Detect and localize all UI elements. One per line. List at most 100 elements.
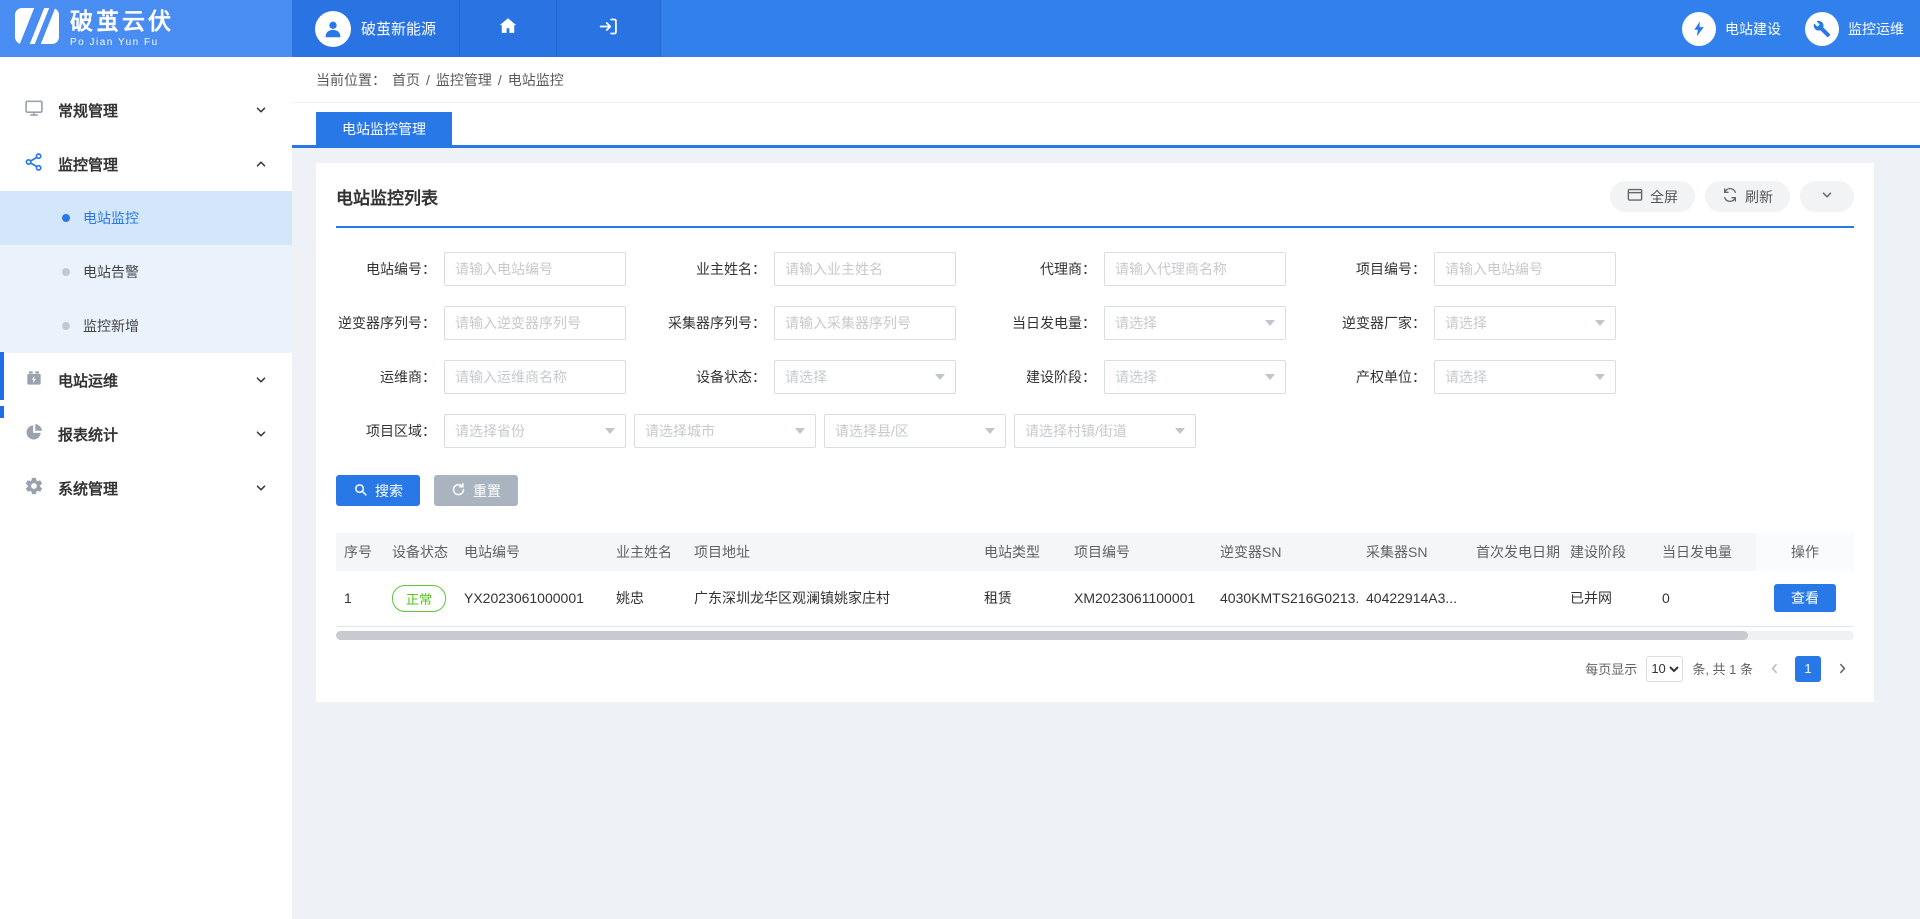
agent-input[interactable] bbox=[1104, 252, 1286, 286]
chevron-down-icon bbox=[254, 481, 268, 495]
chevron-down-icon bbox=[254, 427, 268, 441]
owner-name-input[interactable] bbox=[774, 252, 956, 286]
nav-station-construction[interactable]: 电站建设 bbox=[1682, 0, 1781, 57]
horizontal-scrollbar[interactable] bbox=[336, 631, 1854, 640]
reset-icon bbox=[451, 482, 466, 500]
caret-down-icon bbox=[1595, 374, 1605, 380]
breadcrumb-monitor-management[interactable]: 监控管理 bbox=[436, 70, 492, 90]
breadcrumb-separator: / bbox=[426, 72, 430, 88]
tab-station-monitor-management[interactable]: 电站监控管理 bbox=[316, 112, 452, 145]
search-icon bbox=[353, 482, 368, 500]
search-button[interactable]: 搜索 bbox=[336, 475, 420, 506]
sidebar-subitem-station-alarm[interactable]: 电站告警 bbox=[0, 245, 292, 299]
column-header: 采集器SN bbox=[1358, 533, 1468, 571]
wrench-icon bbox=[1805, 12, 1839, 46]
reset-button[interactable]: 重置 bbox=[434, 475, 518, 506]
cell-first-gen-date bbox=[1468, 571, 1562, 626]
next-page-button[interactable] bbox=[1830, 656, 1854, 682]
inverter-vendor-select[interactable]: 请选择 bbox=[1434, 306, 1616, 340]
nav-label: 电站建设 bbox=[1725, 19, 1781, 39]
collapse-panel-button[interactable] bbox=[1800, 181, 1854, 212]
logout-button[interactable] bbox=[557, 0, 661, 57]
refresh-button[interactable]: 刷新 bbox=[1705, 181, 1790, 212]
chevron-down-icon bbox=[1820, 188, 1834, 205]
collector-sn-input[interactable] bbox=[774, 306, 956, 340]
build-stage-select[interactable]: 请选择 bbox=[1104, 360, 1286, 394]
province-select[interactable]: 请选择省份 bbox=[444, 414, 626, 448]
caret-down-icon bbox=[1595, 320, 1605, 326]
cell-project-code: XM2023061100001 bbox=[1066, 571, 1212, 626]
brand-logo-icon bbox=[14, 6, 60, 51]
filter-label: 业主姓名： bbox=[666, 259, 774, 279]
property-unit-select[interactable]: 请选择 bbox=[1434, 360, 1616, 394]
table-header-row: 序号 设备状态 电站编号 业主姓名 项目地址 电站类型 项目编号 逆变器SN 采… bbox=[336, 533, 1854, 571]
caret-down-icon bbox=[935, 374, 945, 380]
ops-provider-input[interactable] bbox=[444, 360, 626, 394]
fullscreen-icon bbox=[1627, 188, 1643, 205]
sidebar-item-general-management[interactable]: 常规管理 bbox=[0, 83, 292, 137]
nav-monitor-ops[interactable]: 监控运维 bbox=[1805, 0, 1904, 57]
column-header: 设备状态 bbox=[384, 533, 456, 571]
cell-index: 1 bbox=[336, 571, 384, 626]
village-select[interactable]: 请选择村镇/街道 bbox=[1014, 414, 1196, 448]
cell-collector-sn: 40422914A3... bbox=[1358, 571, 1468, 626]
column-header: 项目地址 bbox=[686, 533, 976, 571]
sidebar-subitem-monitor-add[interactable]: 监控新增 bbox=[0, 299, 292, 353]
pagination: 每页显示 10 条, 共 1 条 1 bbox=[336, 656, 1854, 682]
chevron-up-icon bbox=[254, 157, 268, 171]
cell-daily-gen: 0 bbox=[1654, 571, 1756, 626]
sidebar-item-monitor-management[interactable]: 监控管理 bbox=[0, 137, 292, 191]
select-placeholder: 请选择 bbox=[1445, 313, 1487, 333]
top-bar: 破茧云伏 Po Jian Yun Fu 破茧新能源 电站建设 bbox=[0, 0, 1920, 57]
chevron-down-icon bbox=[254, 103, 268, 117]
user-avatar-icon bbox=[315, 11, 351, 47]
status-badge: 正常 bbox=[392, 585, 446, 612]
column-header: 当日发电量 bbox=[1654, 533, 1756, 571]
network-icon bbox=[24, 152, 44, 176]
inverter-sn-input[interactable] bbox=[444, 306, 626, 340]
sidebar-subitem-station-monitor[interactable]: 电站监控 bbox=[0, 191, 292, 245]
station-code-input[interactable] bbox=[444, 252, 626, 286]
cell-address: 广东深圳龙华区观澜镇姚家庄村 bbox=[686, 571, 976, 626]
select-placeholder: 请选择 bbox=[1445, 367, 1487, 387]
monitor-icon bbox=[24, 98, 44, 122]
home-button[interactable] bbox=[460, 0, 557, 57]
filter-label: 代理商： bbox=[996, 259, 1104, 279]
sidebar-scrollbar[interactable] bbox=[0, 406, 4, 418]
breadcrumb-separator: / bbox=[498, 72, 502, 88]
cell-inverter-sn: 4030KMTS216G0213... bbox=[1212, 571, 1358, 626]
view-button[interactable]: 查看 bbox=[1774, 584, 1836, 612]
column-header: 序号 bbox=[336, 533, 384, 571]
total-count-label: 条, 共 1 条 bbox=[1692, 659, 1753, 678]
page-number-current[interactable]: 1 bbox=[1795, 656, 1821, 682]
breadcrumb-home[interactable]: 首页 bbox=[392, 70, 420, 90]
device-status-select[interactable]: 请选择 bbox=[774, 360, 956, 394]
project-code-input[interactable] bbox=[1434, 252, 1616, 286]
county-select[interactable]: 请选择县/区 bbox=[824, 414, 1006, 448]
daily-generation-select[interactable]: 请选择 bbox=[1104, 306, 1286, 340]
city-select[interactable]: 请选择城市 bbox=[634, 414, 816, 448]
battery-icon bbox=[24, 368, 44, 392]
select-placeholder: 请选择村镇/街道 bbox=[1025, 421, 1127, 441]
filter-form: 电站编号： 业主姓名： 代理商： bbox=[336, 252, 1854, 448]
filter-label: 逆变器序列号： bbox=[336, 313, 444, 333]
chevron-down-icon bbox=[254, 373, 268, 387]
sidebar-item-system-management[interactable]: 系统管理 bbox=[0, 461, 292, 515]
select-placeholder: 请选择省份 bbox=[455, 421, 525, 441]
sidebar-scrollbar[interactable] bbox=[0, 352, 4, 400]
column-header: 首次发电日期 bbox=[1468, 533, 1562, 571]
per-page-label: 每页显示 bbox=[1585, 659, 1637, 678]
caret-down-icon bbox=[605, 428, 615, 434]
bullet-icon bbox=[62, 214, 70, 222]
user-menu[interactable]: 破茧新能源 bbox=[292, 0, 460, 57]
tab-bar: 电站监控管理 bbox=[292, 103, 1920, 148]
prev-page-button[interactable] bbox=[1762, 656, 1786, 682]
fullscreen-button[interactable]: 全屏 bbox=[1610, 181, 1695, 212]
select-placeholder: 请选择 bbox=[785, 367, 827, 387]
sidebar-subitem-label: 电站监控 bbox=[83, 208, 139, 228]
home-icon bbox=[497, 15, 519, 42]
sidebar-item-station-ops[interactable]: 电站运维 bbox=[0, 353, 292, 407]
sidebar-item-report-stats[interactable]: 报表统计 bbox=[0, 407, 292, 461]
per-page-select[interactable]: 10 bbox=[1646, 656, 1683, 682]
scrollbar-thumb[interactable] bbox=[336, 631, 1748, 640]
